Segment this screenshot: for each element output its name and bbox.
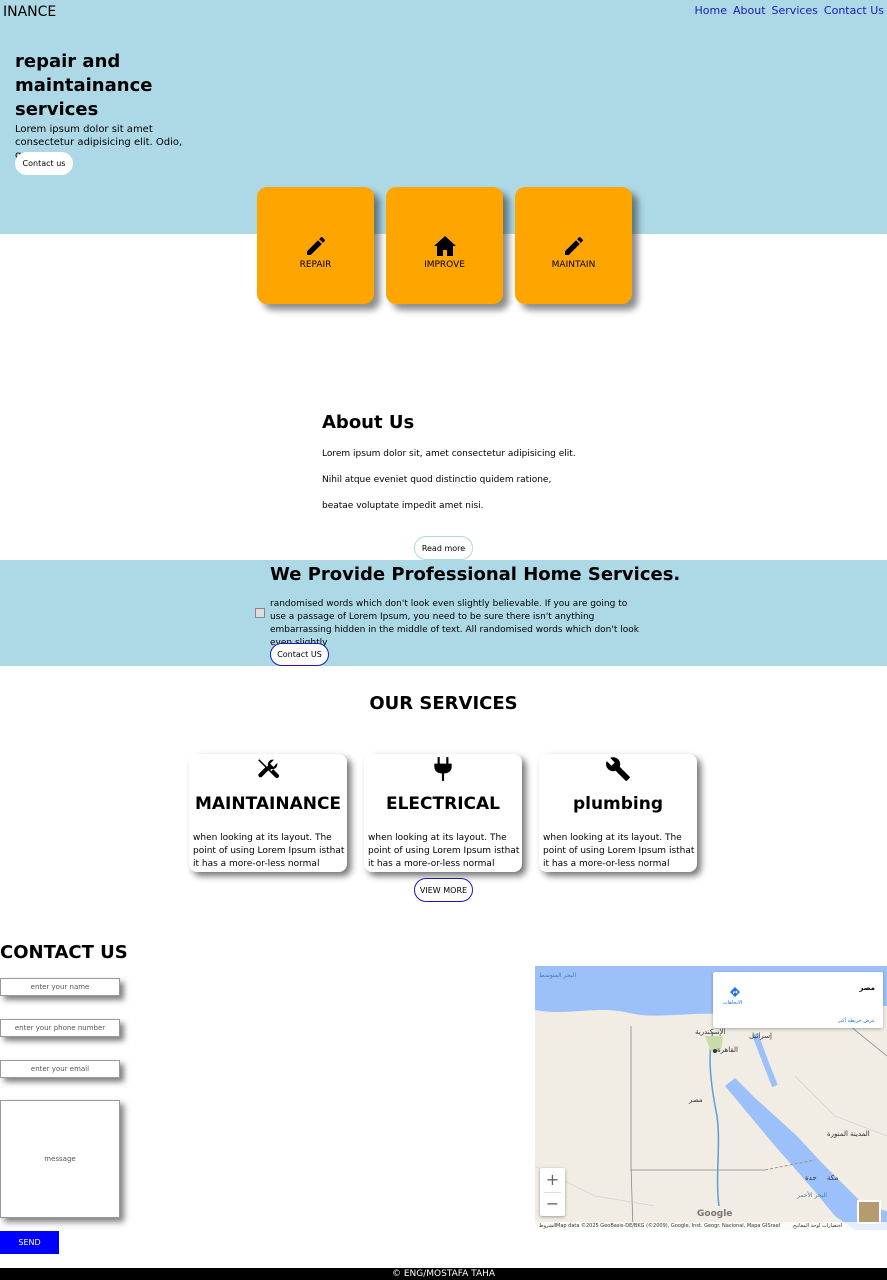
zoom-in-button[interactable]: +: [540, 1168, 565, 1192]
keyboard-shortcuts-link[interactable]: اختصارات لوحة المفاتيح: [793, 1223, 842, 1229]
service-card-title: plumbing: [572, 794, 664, 814]
larger-map-link[interactable]: عرض خريطة أكبر: [838, 1018, 875, 1024]
satellite-toggle[interactable]: [857, 1200, 881, 1224]
about-line: Lorem ipsum dolor sit, amet consectetur …: [322, 449, 576, 459]
service-card-plumbing: plumbing when looking at its layout. The…: [539, 754, 697, 872]
broken-image-icon: [255, 608, 265, 618]
nav-contact[interactable]: Contact Us: [824, 4, 884, 17]
contact-title: CONTACT US: [0, 942, 128, 963]
service-card-text: when looking at its layout. The point of…: [368, 833, 520, 869]
service-card-text: when looking at its layout. The point of…: [193, 833, 345, 869]
map-label-city: القاهرة: [717, 1046, 738, 1054]
phone-field[interactable]: [0, 1019, 120, 1037]
map-card-title: مصر: [859, 984, 875, 992]
map-attribution: الشروط Map data ©2025 GeoBasis-DE/BKG (©…: [535, 1222, 887, 1230]
map-data-credit: Map data ©2025 GeoBasis-DE/BKG (©2009), …: [556, 1223, 781, 1229]
map-embed[interactable]: البحر المتوسط الإسكندرية القاهرة إسرائيل…: [535, 966, 887, 1230]
pencil-icon: [564, 236, 583, 255]
tools-icon: [258, 759, 280, 779]
zoom-control: + −: [540, 1168, 565, 1216]
tile-label: REPAIR: [299, 259, 332, 270]
service-card-title: ELECTRICAL: [385, 794, 500, 814]
provide-section: We Provide Professional Home Services. r…: [0, 560, 887, 666]
map-label-city: جدة: [805, 1174, 817, 1182]
service-card-electrical: ELECTRICAL when looking at its layout. T…: [364, 754, 522, 872]
home-icon: [433, 235, 456, 256]
provide-title: We Provide Professional Home Services.: [270, 564, 681, 585]
map-label-city: المدينة المنورة: [827, 1130, 870, 1138]
tile-maintain[interactable]: MAINTAIN: [515, 187, 632, 304]
nav-home[interactable]: Home: [695, 4, 727, 17]
name-field[interactable]: [0, 978, 120, 996]
map-terms-link[interactable]: الشروط: [539, 1223, 556, 1229]
footer-credit: © ENG/MOSTAFA TAHA: [0, 1268, 887, 1280]
nav-about[interactable]: About: [733, 4, 766, 17]
tile-label: MAINTAIN: [551, 259, 596, 270]
map-info-card: الاتجاهات مصر عرض خريطة أكبر: [713, 972, 883, 1028]
brand-logo[interactable]: INANCE: [3, 4, 56, 20]
map-label-sea: البحر الأحمر: [797, 1192, 827, 1199]
zoom-out-button[interactable]: −: [540, 1192, 565, 1216]
services-title: OUR SERVICES: [369, 693, 518, 714]
provide-text: randomised words which don't look even s…: [270, 599, 639, 648]
map-label-city: الإسكندرية: [695, 1028, 726, 1036]
about-line: beatae voluptate impedit amet nisi.: [322, 501, 484, 511]
map-label-city: مكة: [827, 1174, 839, 1182]
google-logo: Google: [697, 1209, 733, 1219]
tile-repair[interactable]: REPAIR: [257, 187, 374, 304]
provide-contact-button[interactable]: Contact US: [270, 643, 329, 666]
service-card-text: when looking at its layout. The point of…: [543, 833, 695, 869]
send-button[interactable]: SEND: [0, 1231, 59, 1254]
message-field[interactable]: [0, 1100, 120, 1218]
plug-icon: [434, 757, 452, 781]
directions-icon[interactable]: [729, 986, 741, 998]
service-card-maintainance: MAINTAINANCE when looking at its layout.…: [189, 754, 347, 872]
hero-title: repair and maintainance services: [15, 51, 153, 120]
read-more-button[interactable]: Read more: [414, 536, 473, 560]
hero-contact-button[interactable]: Contact us: [15, 152, 73, 175]
tile-improve[interactable]: IMPROVE: [386, 187, 503, 304]
about-line: Nihil atque eveniet quod distinctio quid…: [322, 475, 552, 485]
view-more-button[interactable]: VIEW MORE: [414, 878, 473, 902]
service-card-title: MAINTAINANCE: [194, 794, 342, 814]
wrench-icon: [606, 757, 630, 781]
map-label-country: إسرائيل: [749, 1032, 772, 1040]
directions-label[interactable]: الاتجاهات: [723, 1000, 742, 1006]
nav-services[interactable]: Services: [772, 4, 818, 17]
about-title: About Us: [322, 412, 415, 433]
map-label-country: مصر: [689, 1096, 703, 1104]
main-nav: Home About Services Contact Us: [695, 4, 884, 17]
tile-label: IMPROVE: [424, 259, 465, 270]
zoom-divider: [544, 1192, 561, 1193]
pencil-icon: [306, 236, 325, 255]
email-field[interactable]: [0, 1060, 120, 1078]
map-label-sea: البحر المتوسط: [539, 972, 576, 979]
